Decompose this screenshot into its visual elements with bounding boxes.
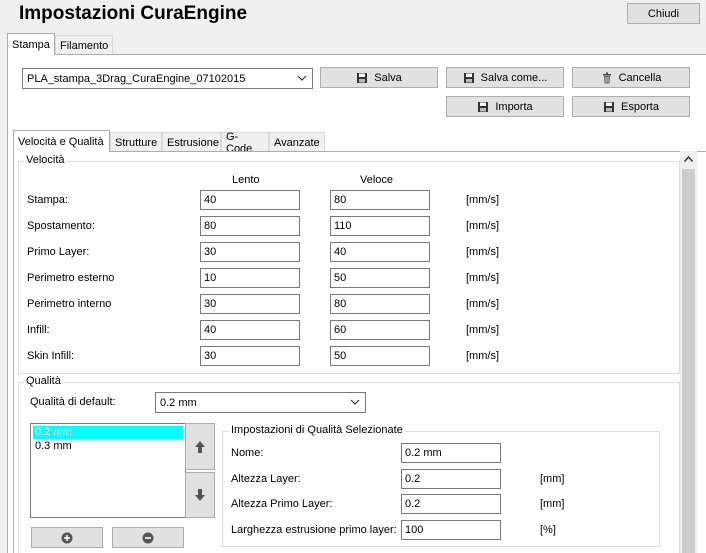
speed-group-title: Velocità (24, 154, 67, 166)
move-down-button[interactable] (185, 472, 215, 518)
import-button-label: Importa (495, 100, 533, 113)
floppy-disk-icon (463, 72, 474, 83)
save-as-button-label: Salva come... (480, 71, 548, 84)
tab-velocita-qualita[interactable]: Velocità e Qualità (13, 130, 110, 152)
move-up-button[interactable] (185, 423, 215, 470)
speed-fast-input[interactable] (330, 216, 430, 236)
speed-fast-input[interactable] (330, 320, 430, 340)
quality-group-title: Qualità (24, 375, 63, 387)
layer-height-input[interactable] (401, 469, 501, 489)
speed-row-label: Skin Infill: (27, 350, 75, 362)
chevron-up-icon (683, 155, 694, 162)
chevron-down-icon (350, 399, 360, 405)
arrow-up-icon (195, 440, 205, 453)
vertical-scrollbar[interactable] (680, 151, 697, 553)
plus-circle-icon (61, 532, 73, 543)
speed-slow-input[interactable] (200, 294, 300, 314)
export-button[interactable]: Esporta (572, 96, 690, 117)
speed-unit: [mm/s] (466, 246, 499, 258)
speed-row-label: Primo Layer: (27, 246, 90, 258)
speed-unit: [mm/s] (466, 272, 499, 284)
profile-select-value: PLA_stampa_3Drag_CuraEngine_07102015 (27, 72, 246, 85)
first-layer-height-label: Altezza Primo Layer: (231, 498, 333, 510)
quality-name-input[interactable] (401, 443, 501, 463)
add-quality-button[interactable] (31, 527, 103, 548)
column-header-slow: Lento (232, 174, 260, 186)
export-button-label: Esporta (621, 100, 659, 113)
speed-fast-input[interactable] (330, 268, 430, 288)
save-button-label: Salva (374, 71, 402, 84)
tab-filamento[interactable]: Filamento (55, 35, 114, 55)
quality-list[interactable]: 0.2 mm 0.3 mm (30, 423, 186, 518)
default-quality-select[interactable]: 0.2 mm (155, 392, 366, 413)
speed-row-label: Stampa: (27, 194, 68, 206)
tab-estrusione[interactable]: Estrusione (162, 132, 221, 152)
speed-slow-input[interactable] (200, 320, 300, 340)
chevron-down-icon (297, 75, 307, 81)
speed-row-label: Infill: (27, 324, 50, 336)
save-as-button[interactable]: Salva come... (446, 67, 564, 88)
speed-slow-input[interactable] (200, 190, 300, 210)
tab-avanzate[interactable]: Avanzate (269, 132, 325, 152)
layer-height-label: Altezza Layer: (231, 473, 301, 485)
speed-slow-input[interactable] (200, 216, 300, 236)
floppy-disk-icon (478, 101, 489, 112)
speed-unit: [mm/s] (466, 298, 499, 310)
delete-button[interactable]: Cancella (572, 67, 690, 88)
speed-unit: [mm/s] (466, 324, 499, 336)
scrollbar-thumb[interactable] (682, 169, 695, 553)
speed-row-label: Perimetro esterno (27, 272, 115, 284)
speed-unit: [mm/s] (466, 220, 499, 232)
column-header-fast: Veloce (360, 174, 394, 186)
save-button[interactable]: Salva (320, 67, 438, 88)
delete-button-label: Cancella (618, 71, 662, 84)
speed-slow-input[interactable] (200, 346, 300, 366)
tab-gcode[interactable]: G-Code (221, 131, 269, 155)
first-layer-height-input[interactable] (401, 494, 501, 514)
speed-slow-input[interactable] (200, 268, 300, 288)
tab-stampa[interactable]: Stampa (7, 33, 55, 55)
profile-select[interactable]: PLA_stampa_3Drag_CuraEngine_07102015 (22, 68, 313, 89)
speed-slow-input[interactable] (200, 242, 300, 262)
trash-icon (602, 72, 611, 83)
selected-quality-group-title: Impostazioni di Qualità Selezionate (229, 424, 405, 436)
arrow-down-icon (195, 489, 205, 501)
floppy-disk-icon (604, 101, 615, 112)
default-quality-value: 0.2 mm (160, 396, 197, 409)
layer-height-unit: [mm] (540, 473, 565, 485)
list-item[interactable]: 0.2 mm (33, 426, 183, 439)
speed-unit: [mm/s] (466, 194, 499, 206)
extrusion-width-label: Larghezza estrusione primo layer: (231, 524, 397, 536)
tab-strutture[interactable]: Strutture (110, 132, 162, 152)
first-layer-height-unit: [mm] (540, 498, 565, 510)
close-button[interactable]: Chiudi (627, 3, 700, 24)
remove-quality-button[interactable] (112, 527, 184, 548)
window-title: Impostazioni CuraEngine (19, 3, 248, 24)
quality-name-label: Nome: (231, 447, 264, 459)
speed-fast-input[interactable] (330, 242, 430, 262)
speed-fast-input[interactable] (330, 190, 430, 210)
floppy-disk-icon (357, 72, 368, 83)
speed-row-label: Spostamento: (27, 220, 95, 232)
extrusion-width-unit: [%] (540, 524, 556, 536)
list-item[interactable]: 0.3 mm (33, 440, 183, 453)
extrusion-width-input[interactable] (401, 520, 501, 540)
import-button[interactable]: Importa (446, 96, 564, 117)
minus-circle-icon (142, 532, 154, 543)
speed-unit: [mm/s] (466, 350, 499, 362)
default-quality-label: Qualità di default: (30, 396, 116, 408)
speed-fast-input[interactable] (330, 294, 430, 314)
speed-row-label: Perimetro interno (27, 298, 112, 310)
speed-fast-input[interactable] (330, 346, 430, 366)
